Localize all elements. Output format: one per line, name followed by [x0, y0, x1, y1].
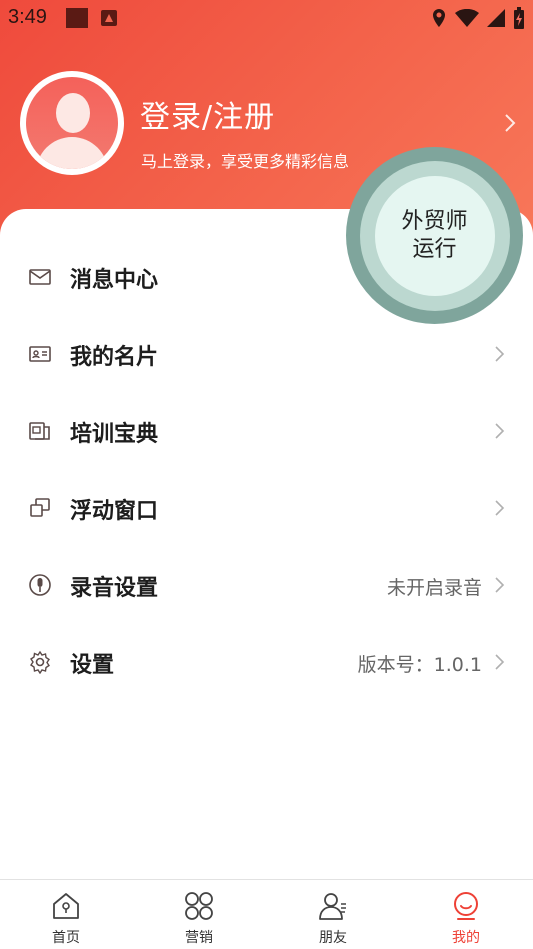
home-icon	[53, 893, 79, 919]
menu-item-label: 消息中心	[70, 268, 159, 293]
menu-item-business-card[interactable]: 我的名片	[0, 323, 533, 383]
menu-item-settings[interactable]: 设置 版本号：1.0.1	[0, 631, 533, 691]
chevron-right-icon	[495, 346, 505, 362]
menu-item-training-guide[interactable]: 培训宝典	[0, 400, 533, 460]
floating-bubble-text: 外贸师 运行	[390, 208, 480, 264]
menu-item-label: 我的名片	[70, 345, 159, 370]
menu-item-floating-window[interactable]: 浮动窗口	[0, 477, 533, 537]
gear-icon	[30, 650, 50, 674]
avatar[interactable]	[20, 71, 124, 175]
notification-icon	[66, 8, 88, 28]
chevron-right-icon	[495, 577, 505, 593]
login-register-title[interactable]: 登录/注册	[140, 92, 275, 136]
floating-bubble-line2: 运行	[412, 236, 457, 262]
recording-status-value: 未开启录音	[386, 577, 482, 599]
tab-label: 首页	[52, 930, 80, 946]
login-subtitle: 马上登录，享受更多精彩信息	[141, 152, 350, 171]
floating-bubble-inner: 外贸师 运行	[374, 175, 495, 296]
profile-icon	[454, 892, 478, 920]
battery-icon	[514, 7, 524, 29]
chevron-right-icon[interactable]	[500, 110, 520, 136]
menu-item-label: 录音设置	[70, 576, 159, 601]
menu-item-label: 设置	[70, 653, 115, 678]
floating-window-bubble[interactable]: 外贸师 运行	[346, 147, 523, 324]
location-icon	[433, 9, 445, 27]
book-icon	[29, 422, 50, 440]
menu-item-recording-settings[interactable]: 录音设置 未开启录音	[0, 554, 533, 614]
floating-bubble-ring: 外贸师 运行	[359, 160, 510, 311]
chevron-right-icon	[495, 500, 505, 516]
avatar-placeholder-icon	[26, 77, 118, 169]
wifi-icon	[455, 9, 479, 27]
tab-marketing[interactable]: 营销	[159, 880, 239, 949]
tab-friends[interactable]: 朋友	[293, 880, 373, 949]
app-notification-icon	[101, 10, 117, 26]
grid-icon	[185, 892, 213, 920]
menu-item-label: 浮动窗口	[70, 499, 159, 524]
tab-label: 我的	[452, 930, 480, 946]
tab-label: 营销	[185, 930, 213, 946]
tab-label: 朋友	[319, 930, 347, 946]
bottom-tab-bar: 首页 营销 朋友 我的	[0, 879, 533, 949]
status-time: 3:49	[8, 6, 47, 28]
version-value: 版本号：1.0.1	[357, 654, 482, 676]
window-icon	[30, 498, 50, 517]
mail-icon	[29, 269, 51, 285]
floating-bubble-line1: 外贸师	[401, 208, 468, 234]
microphone-icon	[29, 574, 51, 596]
id-card-icon	[29, 346, 51, 362]
friends-icon	[319, 893, 346, 920]
status-bar: 3:49	[0, 0, 533, 36]
system-icons	[431, 6, 525, 30]
tab-mine[interactable]: 我的	[426, 880, 506, 949]
tab-home[interactable]: 首页	[26, 880, 106, 949]
chevron-right-icon	[495, 654, 505, 670]
menu-item-label: 培训宝典	[70, 422, 159, 447]
signal-icon	[487, 9, 505, 27]
chevron-right-icon	[495, 423, 505, 439]
